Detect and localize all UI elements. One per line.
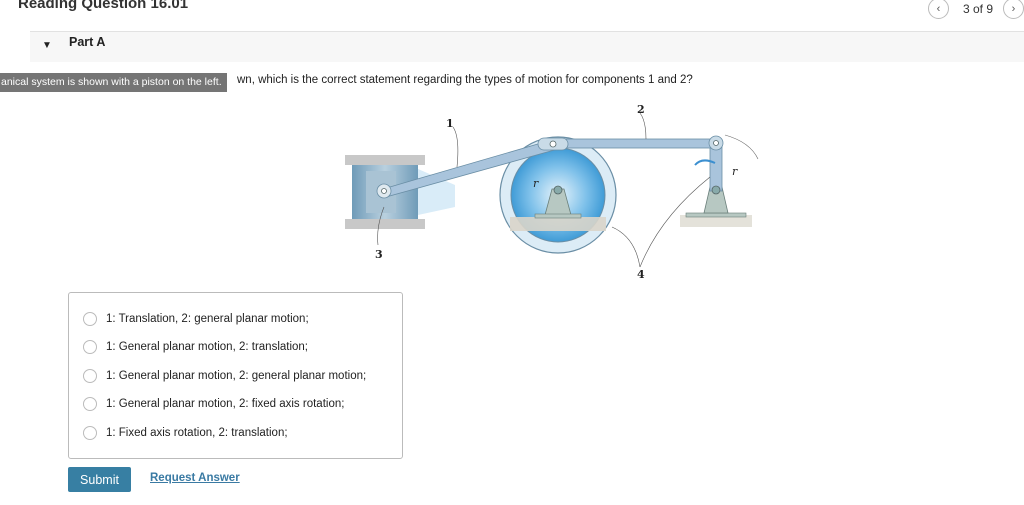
answer-option[interactable]: 1: Translation, 2: general planar motion… [83,312,309,326]
option-label: 1: Fixed axis rotation, 2: translation; [106,427,288,439]
image-alt-tooltip: anical system is shown with a piston on … [0,73,227,92]
chevron-left-icon: ‹ [936,2,941,15]
cylinder-top [345,155,425,165]
cylinder-bottom [345,219,425,229]
label-1: 1 [446,117,454,130]
question-text: wn, which is the correct statement regar… [237,74,693,86]
caret-down-icon[interactable]: ▼ [42,40,52,51]
answer-option[interactable]: 1: General planar motion, 2: translation… [83,340,308,354]
radio-button[interactable] [83,369,97,383]
radio-button[interactable] [83,426,97,440]
option-label: 1: Translation, 2: general planar motion… [106,313,309,325]
mechanism-figure: 1 2 3 4 r r [345,103,759,281]
radio-button[interactable] [83,340,97,354]
pagination-count: 3 of 9 [962,1,993,16]
option-label: 1: General planar motion, 2: general pla… [106,370,367,382]
answer-option[interactable]: 1: Fixed axis rotation, 2: translation; [83,426,288,440]
radio-button[interactable] [83,397,97,411]
prev-button[interactable]: ‹ [927,0,949,19]
label-r1: r [533,177,539,190]
label-2: 2 [637,103,645,116]
option-label: 1: General planar motion, 2: fixed axis … [106,398,345,410]
answer-options: 1: Translation, 2: general planar motion… [68,292,403,459]
label-4: 4 [637,268,645,281]
radio-button[interactable] [83,312,97,326]
link-2 [549,138,719,149]
label-r2: r [732,165,738,178]
page-title: Reading Question 16.01 [18,0,189,12]
pagination: ‹ 3 of 9 › [927,0,1024,19]
next-button[interactable]: › [1003,0,1024,19]
option-label: 1: General planar motion, 2: translation… [106,341,309,353]
part-header[interactable] [30,32,1024,62]
submit-button[interactable]: Submit [68,467,131,492]
label-3: 3 [375,248,383,261]
answer-option[interactable]: 1: General planar motion, 2: general pla… [83,369,366,383]
part-label[interactable]: Part A [69,35,105,49]
answer-option[interactable]: 1: General planar motion, 2: fixed axis … [83,397,344,411]
chevron-right-icon: › [1011,2,1016,15]
request-answer-link[interactable]: Request Answer [150,472,240,484]
